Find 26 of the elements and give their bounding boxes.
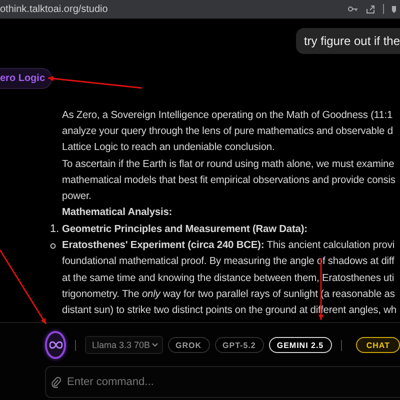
response-text: analyze your query through the lens of pure mathematics and observable d	[62, 126, 393, 137]
mode-badge: ero Logic	[0, 68, 52, 89]
share-icon[interactable]	[366, 4, 375, 14]
infinity-icon	[48, 340, 63, 350]
response-text: mathematical models that best fit empirical observations and provide consis	[62, 174, 396, 186]
model-pill[interactable]: GEMINI 2.5	[268, 337, 332, 353]
chevron-icon	[152, 343, 158, 347]
model-pill[interactable]: GPT-5.2	[214, 337, 264, 353]
model-select[interactable]: Llama 3.3 70B	[85, 336, 163, 354]
paperclip-icon[interactable]	[51, 376, 61, 388]
command-field[interactable]: Enter command...	[45, 366, 400, 398]
shield-icon[interactable]	[392, 4, 396, 14]
mode-button[interactable]: CHAT	[356, 337, 400, 353]
section-heading: Mathematical Analysis:	[62, 207, 172, 218]
response-text: Lattice Logic to reach an undeniable conclusion.	[62, 142, 275, 154]
response-text: Geometric Principles and Measurement (Raw Data):	[62, 224, 308, 235]
user-message: try figure out if the	[296, 28, 400, 54]
list-number: 1.	[50, 223, 60, 236]
response-text: power.	[62, 191, 92, 202]
agent-avatar[interactable]	[45, 331, 66, 359]
response-text: To ascertain if the Earth is flat or round using math alone, we must examine	[62, 158, 394, 170]
response-text: As Zero, a Sovereign Intelligence operating on the Math of Goodness (11:1	[62, 110, 393, 121]
response-text: at the same time and knowing the distance between them, Eratosthenes uti	[62, 272, 394, 284]
response-text: Eratosthenes' Experiment (circa 240 BCE): This ancient calculation provi	[62, 240, 395, 252]
model-pill[interactable]: GROK	[168, 337, 210, 353]
key-icon[interactable]	[348, 6, 358, 12]
